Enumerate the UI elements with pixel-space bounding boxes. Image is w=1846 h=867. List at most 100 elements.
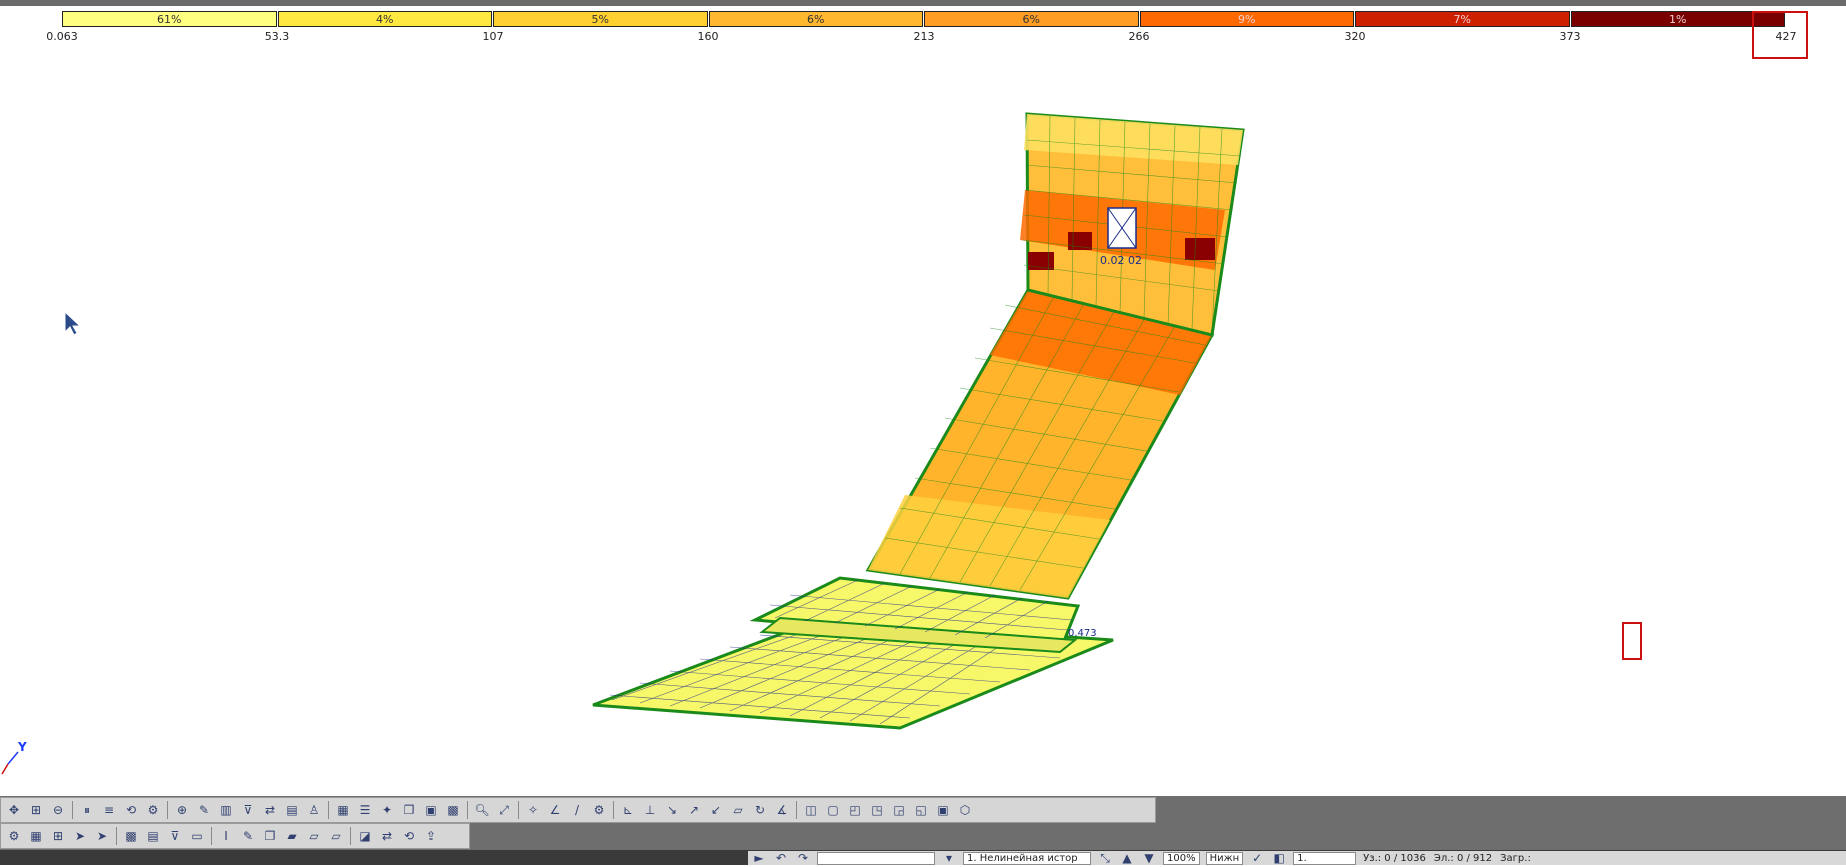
toolbar-separator [116, 827, 117, 845]
transfer-icon[interactable]: ⇄ [261, 801, 279, 819]
axes-icon[interactable]: ⊾ [619, 801, 637, 819]
wand-icon[interactable]: ✦ [378, 801, 396, 819]
target-icon[interactable]: ⊕ [173, 801, 191, 819]
brush-icon[interactable]: / [568, 801, 586, 819]
search-icon[interactable]: 🔍︎ [473, 801, 491, 819]
legend-tick: 107 [482, 30, 504, 43]
color-icon[interactable]: ◪ [356, 827, 374, 845]
export-icon[interactable]: ⇪ [422, 827, 440, 845]
plate-value-label: 0.473 [1068, 628, 1097, 639]
person-icon[interactable]: ♙ [305, 801, 323, 819]
axis-xz-icon[interactable]: ↘ [663, 801, 681, 819]
cube-side-icon[interactable]: ◳ [868, 801, 886, 819]
angle-icon[interactable]: ∠ [546, 801, 564, 819]
elements-count: Эл.: 0 / 912 [1433, 852, 1493, 864]
up-icon[interactable]: ▲ [1118, 849, 1136, 867]
axis-triad: Y [1, 740, 27, 775]
cube-back-icon[interactable]: ◲ [890, 801, 908, 819]
legend-segment: 6% [924, 11, 1139, 27]
legend-tick: 373 [1559, 30, 1581, 43]
legend-segment: 5% [493, 11, 708, 27]
legend-segment: 6% [708, 11, 923, 27]
copy-icon[interactable]: ❐ [261, 827, 279, 845]
italic-icon[interactable]: ▱ [327, 827, 345, 845]
line-icon[interactable]: ⊖ [49, 801, 67, 819]
pen-icon[interactable]: ✎ [239, 827, 257, 845]
toolbar-separator [467, 801, 468, 819]
italic-icon[interactable]: ▱ [305, 827, 323, 845]
filter-icon[interactable]: ⊽ [166, 827, 184, 845]
settings-icon[interactable]: ⚙ [144, 801, 162, 819]
mode-icon[interactable]: ⤡ [1096, 849, 1114, 867]
copy-icon[interactable]: ❐ [400, 801, 418, 819]
mouse-cursor-icon [64, 310, 82, 336]
color-scale-legend: 61% 4% 5% 6% 6% 9% 7% 1% [62, 11, 1786, 29]
chart-icon[interactable]: ▤ [283, 801, 301, 819]
legend-segment: 61% [62, 11, 277, 27]
table-icon[interactable]: ▦ [27, 827, 45, 845]
axis-z-icon[interactable]: ⊥ [641, 801, 659, 819]
legend-segment: 7% [1355, 11, 1570, 27]
cube-top-icon[interactable]: ◰ [846, 801, 864, 819]
load-history-select[interactable]: 1. Нелинейная истор [963, 851, 1091, 865]
toolbar-separator [613, 801, 614, 819]
angle-red-icon[interactable]: ∡ [773, 801, 791, 819]
refresh-icon[interactable]: ↻ [751, 801, 769, 819]
cube-iso-icon[interactable]: ⬡ [956, 801, 974, 819]
axis-yz-icon[interactable]: ↙ [707, 801, 725, 819]
arrow-icon[interactable]: ➤ [71, 827, 89, 845]
text-icon[interactable]: I [217, 827, 235, 845]
model-viewport[interactable]: 0.02 02 0.473 [0, 50, 1846, 795]
building-icon[interactable]: ▥ [217, 801, 235, 819]
tag-icon[interactable]: ✧ [524, 801, 542, 819]
chart-icon[interactable]: ▤ [144, 827, 162, 845]
grid-icon[interactable]: ⊞ [27, 801, 45, 819]
toolbar-separator [796, 801, 797, 819]
select-node-icon[interactable]: ✥ [5, 801, 23, 819]
legend-segment: 9% [1139, 11, 1354, 27]
rows-icon[interactable]: ≡ [100, 801, 118, 819]
rotate-icon[interactable]: ⟲ [400, 827, 418, 845]
step-select[interactable]: 1. [1293, 851, 1357, 865]
legend-tick: 213 [913, 30, 935, 43]
calendar-icon[interactable]: ▭ [188, 827, 206, 845]
cube-right-icon[interactable]: ▣ [934, 801, 952, 819]
nodes-count: Уз.: 0 / 1036 [1363, 852, 1426, 864]
redo-icon[interactable]: ↷ [794, 849, 812, 867]
grid-table-icon[interactable]: ▩ [444, 801, 462, 819]
legend-tick: 266 [1128, 30, 1150, 43]
rotate-icon[interactable]: ⟲ [122, 801, 140, 819]
toolbar-separator [72, 801, 73, 819]
check-icon[interactable]: ✓ [1248, 849, 1266, 867]
columns-icon[interactable]: ⏸ [78, 801, 96, 819]
transfer-icon[interactable]: ⇄ [378, 827, 396, 845]
axis-xy-icon[interactable]: ↗ [685, 801, 703, 819]
y-axis-label: Y [17, 740, 27, 754]
run-icon[interactable]: ► [750, 849, 768, 867]
chevron-down-icon[interactable]: ▾ [940, 849, 958, 867]
grid-table-icon[interactable]: ▩ [122, 827, 140, 845]
pencil-icon[interactable]: ✎ [195, 801, 213, 819]
table-icon[interactable]: ▦ [334, 801, 352, 819]
palette-icon[interactable]: ◧ [1270, 849, 1288, 867]
zoom-select[interactable]: 100% [1163, 851, 1200, 865]
undo-icon[interactable]: ↶ [772, 849, 790, 867]
view-select[interactable]: Нижн [1205, 851, 1244, 865]
gear-icon[interactable]: ⚙ [5, 827, 23, 845]
grid-icon[interactable]: ⊞ [49, 827, 67, 845]
cube-front-icon[interactable]: ▢ [824, 801, 842, 819]
status-field[interactable] [817, 851, 935, 865]
plane-icon[interactable]: ▱ [729, 801, 747, 819]
zoom-extents-icon[interactable]: ⤢ [495, 801, 513, 819]
arrow-icon[interactable]: ➤ [93, 827, 111, 845]
upper-panel-dark-cell [1185, 238, 1215, 260]
toolbar-separator [167, 801, 168, 819]
layers-icon[interactable]: ☰ [356, 801, 374, 819]
cube-left-icon[interactable]: ◱ [912, 801, 930, 819]
frame-icon[interactable]: ▣ [422, 801, 440, 819]
down-icon[interactable]: ▼ [1140, 849, 1158, 867]
gear-icon[interactable]: ⚙ [590, 801, 608, 819]
bold-icon[interactable]: ▰ [283, 827, 301, 845]
filter-icon[interactable]: ⊽ [239, 801, 257, 819]
cube-icon[interactable]: ◫ [802, 801, 820, 819]
